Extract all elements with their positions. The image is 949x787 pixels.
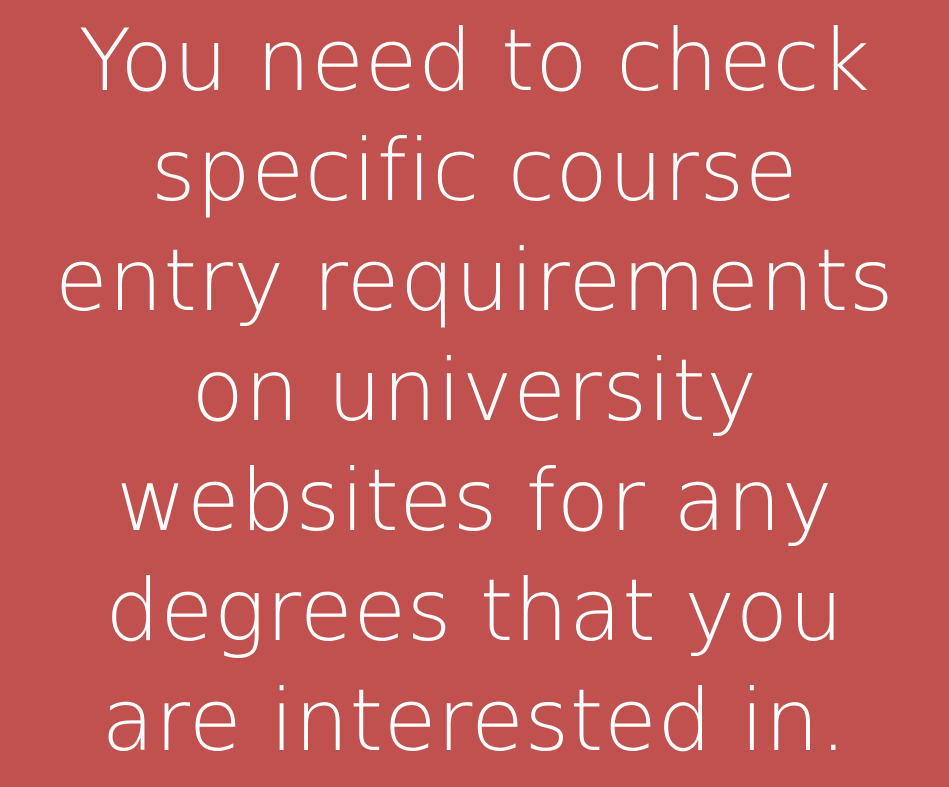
message-line: are interested in. — [101, 671, 848, 771]
message-line: on university — [191, 341, 758, 441]
message-line: entry requirements — [54, 231, 895, 331]
message-line: specific course — [150, 121, 799, 221]
message-line: websites for any — [116, 451, 833, 551]
message-line: You need to check — [78, 11, 871, 111]
message-card: You need to check specific course entry … — [0, 0, 949, 787]
message-line: degrees that you — [105, 561, 844, 661]
